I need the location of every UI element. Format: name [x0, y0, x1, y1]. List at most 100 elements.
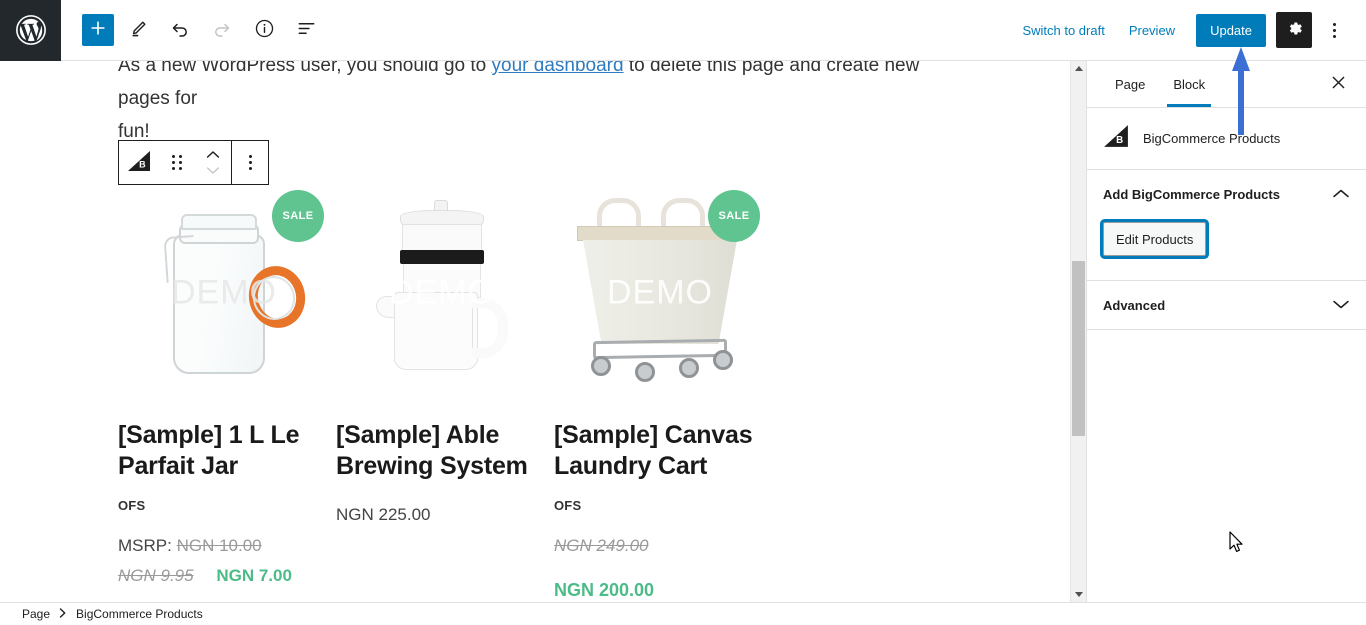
drag-handle-icon: [172, 155, 182, 170]
sale-badge: SALE: [272, 190, 324, 242]
svg-text:B: B: [139, 160, 146, 170]
bigcommerce-logo-icon: B: [1103, 124, 1129, 153]
chevron-right-icon: [59, 607, 67, 621]
kebab-menu-icon: [248, 155, 252, 170]
list-view-icon: [296, 18, 317, 42]
kebab-menu-icon: [1332, 22, 1336, 38]
product-current-price-row: NGN 225.00: [336, 500, 554, 530]
bigcommerce-logo-icon: B: [127, 150, 151, 175]
close-icon: [1331, 74, 1346, 95]
pencil-icon: [128, 19, 148, 42]
header-actions-group: Switch to draft Preview Update: [1010, 0, 1366, 61]
gear-icon: [1285, 19, 1304, 41]
drag-handle-button[interactable]: [159, 141, 195, 184]
undo-arrow-icon: [170, 19, 190, 42]
product-price-block: MSRP: NGN 10.00 NGN 9.95 NGN 7.00: [118, 531, 336, 591]
block-type-button[interactable]: B: [119, 141, 159, 184]
product-card[interactable]: SALE DEMO [Sample] Canvas Laundry Cart O…: [554, 184, 772, 602]
msrp-value: NGN 10.00: [176, 536, 262, 555]
wordpress-logo-icon: [15, 14, 47, 46]
editor-canvas[interactable]: As a new WordPress user, you should go t…: [0, 61, 1071, 602]
editor-scrollbar[interactable]: [1070, 61, 1086, 602]
settings-button[interactable]: [1276, 12, 1312, 48]
product-price-block: NGN 249.00 NGN 200.00: [554, 531, 772, 602]
scroll-down-arrow-icon[interactable]: [1071, 587, 1086, 602]
panel-title: Add BigCommerce Products: [1103, 186, 1280, 202]
undo-button[interactable]: [162, 12, 198, 48]
move-block-buttons[interactable]: [195, 141, 231, 184]
close-sidebar-button[interactable]: [1322, 68, 1354, 100]
add-block-button[interactable]: [82, 14, 114, 46]
product-brand: OFS: [118, 498, 146, 513]
details-button[interactable]: [246, 12, 282, 48]
panel-add-bigcommerce-products: Add BigCommerce Products Edit Products: [1087, 170, 1366, 281]
bigcommerce-products-block[interactable]: SALE DEMO [Sample] 1 L Le Parfait Jar OF…: [0, 184, 1056, 602]
redo-button[interactable]: [204, 12, 240, 48]
product-was-price: NGN 249.00: [554, 536, 649, 555]
block-options-button[interactable]: [232, 141, 268, 184]
product-current-price-row: NGN 200.00: [554, 561, 772, 602]
preview-button[interactable]: Preview: [1117, 15, 1187, 46]
list-view-button[interactable]: [288, 12, 324, 48]
product-sale-price: NGN 200.00: [554, 580, 655, 600]
redo-arrow-icon: [212, 19, 232, 42]
breadcrumb-item-bigcommerce-products[interactable]: BigCommerce Products: [76, 607, 203, 621]
product-card[interactable]: SALE DEMO [Sample] 1 L Le Parfait Jar OF…: [118, 184, 336, 602]
chevron-down-icon: [1332, 298, 1350, 313]
intro-text-before: As a new WordPress user, you should go t…: [118, 61, 492, 76]
settings-sidebar: Page Block B BigCommerce Products Add Bi…: [1086, 61, 1366, 602]
block-toolbar: B: [118, 140, 269, 185]
product-title[interactable]: [Sample] 1 L Le Parfait Jar: [118, 420, 336, 482]
move-up-down-icons: [206, 147, 220, 178]
product-msrp-row: MSRP: NGN 10.00: [118, 531, 336, 561]
wordpress-block-editor: Switch to draft Preview Update As a new …: [0, 0, 1366, 625]
breadcrumb-bar: Page BigCommerce Products: [0, 602, 1366, 625]
sale-badge: SALE: [708, 190, 760, 242]
edit-mode-button[interactable]: [120, 12, 156, 48]
product-sale-price: NGN 7.00: [216, 566, 292, 585]
panel-title: Advanced: [1103, 297, 1166, 313]
product-was-price: NGN 9.95: [118, 566, 194, 585]
panel-advanced: Advanced: [1087, 281, 1366, 330]
product-brand: OFS: [554, 498, 582, 513]
wordpress-logo-button[interactable]: [0, 0, 61, 61]
product-price-block: NGN 225.00: [336, 500, 554, 530]
tab-page[interactable]: Page: [1101, 61, 1159, 107]
product-image: DEMO: [336, 184, 548, 402]
dashboard-link[interactable]: your dashboard: [492, 61, 624, 76]
switch-to-draft-button[interactable]: Switch to draft: [1010, 15, 1116, 46]
editor-header-bar: Switch to draft Preview Update: [0, 0, 1366, 61]
panel-header-advanced[interactable]: Advanced: [1087, 281, 1366, 329]
product-title[interactable]: [Sample] Able Brewing System: [336, 420, 554, 482]
chevron-up-icon: [1332, 187, 1350, 202]
product-image: SALE DEMO: [118, 184, 330, 402]
le-parfait-jar-illustration: [159, 206, 311, 381]
update-button[interactable]: Update: [1196, 13, 1266, 47]
product-price: NGN 225.00: [336, 505, 431, 524]
intro-paragraph[interactable]: As a new WordPress user, you should go t…: [0, 61, 1056, 115]
tab-block[interactable]: Block: [1159, 61, 1219, 107]
panel-body-add-products: Edit Products: [1087, 218, 1366, 280]
more-options-button[interactable]: [1316, 12, 1352, 48]
block-toolbar-options-group: [231, 141, 268, 184]
product-current-price-row: NGN 9.95 NGN 7.00: [118, 561, 336, 591]
product-card[interactable]: DEMO [Sample] Able Brewing System NGN 22…: [336, 184, 554, 602]
scroll-up-arrow-icon[interactable]: [1071, 61, 1086, 76]
selected-block-card: B BigCommerce Products: [1087, 108, 1366, 170]
chevron-up-icon: [206, 147, 220, 162]
product-image: SALE DEMO: [554, 184, 766, 402]
panel-header-add-products[interactable]: Add BigCommerce Products: [1087, 170, 1366, 218]
scrollbar-thumb[interactable]: [1072, 261, 1085, 436]
breadcrumb-item-page[interactable]: Page: [22, 607, 50, 621]
plus-icon: [89, 19, 107, 41]
edit-products-button[interactable]: Edit Products: [1103, 222, 1207, 256]
able-brewing-system-illustration: [372, 200, 512, 386]
svg-text:B: B: [1116, 135, 1123, 146]
product-was-price-row: NGN 249.00: [554, 531, 772, 561]
header-tools-group: [61, 0, 324, 61]
chevron-down-icon: [206, 163, 220, 178]
product-title[interactable]: [Sample] Canvas Laundry Cart: [554, 420, 772, 482]
sidebar-tabs: Page Block: [1087, 61, 1366, 108]
selected-block-name: BigCommerce Products: [1143, 131, 1281, 146]
info-circle-icon: [254, 18, 275, 42]
